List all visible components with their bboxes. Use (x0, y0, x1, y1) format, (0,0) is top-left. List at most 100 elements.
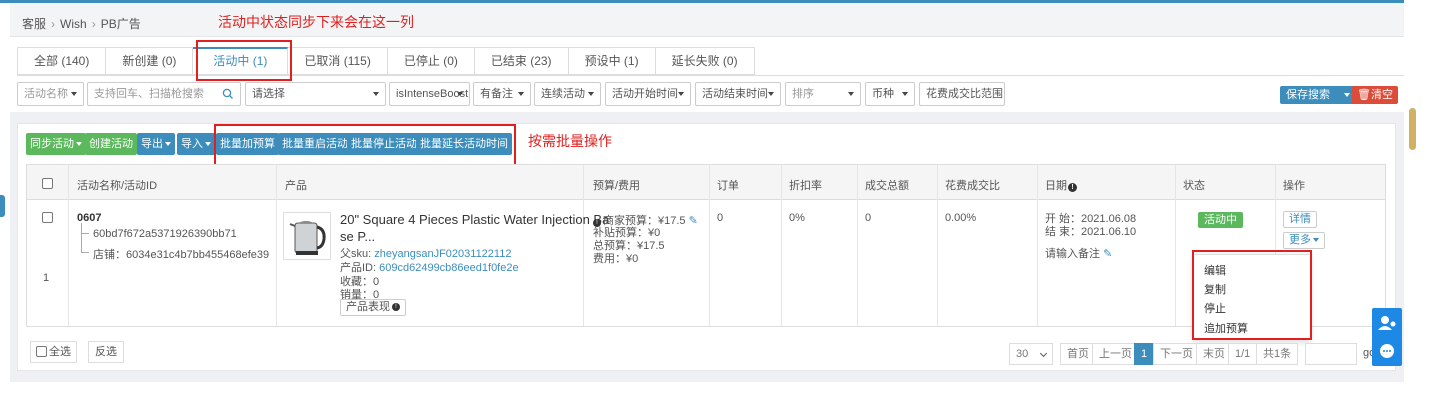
save-search-button[interactable]: 保存搜索 (1280, 86, 1356, 104)
status-badge: 活动中 (1198, 212, 1243, 228)
start-time-select[interactable]: 活动开始时间 (605, 82, 691, 106)
chevron-down-icon (848, 92, 854, 96)
scrollbar-track (1404, 0, 1434, 397)
header-orders: 订单 (717, 180, 739, 192)
next-page-button[interactable]: 下一页 (1153, 343, 1200, 365)
filter-bar: 活动名称 支持回车、扫描枪搜索 请选择 isIntenseBoost 有备注 连… (17, 82, 1404, 106)
tab-stopped[interactable]: 已停止 (0) (387, 47, 475, 75)
tab-new[interactable]: 新创建 (0) (106, 47, 194, 75)
first-page-button[interactable]: 首页 (1060, 343, 1096, 365)
tree-line (81, 223, 82, 253)
chevron-down-icon (71, 92, 77, 96)
select-all-checkbox[interactable] (36, 345, 47, 357)
breadcrumb-item[interactable]: 客服 (22, 17, 46, 31)
import-button[interactable]: 导入 (177, 133, 215, 155)
column-divider (276, 165, 277, 326)
breadcrumb-item: PB广告 (100, 17, 141, 31)
column-divider (1175, 165, 1176, 326)
chevron-down-icon (1344, 93, 1350, 98)
end-date: 结 束：2021.06.10 (1045, 226, 1137, 238)
page-jump-input[interactable] (1305, 343, 1357, 365)
row-checkbox[interactable] (42, 212, 53, 223)
chevron-down-icon (76, 142, 82, 147)
scrollbar-thumb[interactable] (1409, 108, 1416, 150)
end-time-select[interactable]: 活动结束时间 (695, 82, 781, 106)
product-performance-button[interactable]: 产品表现! (340, 299, 406, 316)
intense-boost-select[interactable]: isIntenseBoost (389, 82, 470, 106)
edit-icon[interactable]: ✎ (1103, 248, 1112, 260)
page-indicator: 1/1 (1228, 343, 1258, 365)
chevron-down-icon (678, 92, 684, 96)
header-name: 活动名称/活动ID (77, 180, 158, 192)
product-thumbnail[interactable] (283, 212, 331, 260)
chevron-down-icon (165, 142, 171, 147)
column-divider (709, 165, 710, 326)
chevron-down-icon (457, 92, 463, 96)
continuous-select[interactable]: 连续活动 (534, 82, 601, 106)
customer-service-button[interactable] (1372, 308, 1402, 338)
tab-all[interactable]: 全部 (140) (17, 47, 107, 75)
create-campaign-button[interactable]: 创建活动 (85, 133, 137, 155)
orders-value: 0 (717, 212, 724, 224)
gmv-value: 0 (865, 212, 872, 224)
page-size-select[interactable]: 30 (1009, 343, 1053, 365)
search-icon[interactable] (222, 88, 234, 100)
sort-select[interactable]: 排序 (785, 82, 861, 106)
tab-cancelled[interactable]: 已取消 (115) (288, 47, 388, 75)
annotation-batch: 按需批量操作 (528, 134, 612, 150)
tab-preset[interactable]: 预设中 (1) (568, 47, 656, 75)
chevron-down-icon (588, 92, 594, 96)
row-index: 1 (43, 272, 50, 284)
search-input[interactable]: 支持回车、扫描枪搜索 (87, 82, 241, 106)
remark-select[interactable]: 有备注 (473, 82, 531, 106)
column-divider (68, 165, 69, 326)
select-all-button[interactable]: 全选 (30, 341, 77, 363)
product-id-link[interactable]: 609cd62499cb86eed1f0fe2e (379, 262, 518, 274)
header-ops: 操作 (1283, 180, 1305, 192)
campaign-table: 活动名称/活动ID 产品 预算/费用 订单 折扣率 成交总额 花费成交比 日期!… (26, 164, 1386, 327)
chevron-down-icon (1313, 238, 1319, 243)
detail-button[interactable]: 详情 (1283, 211, 1317, 228)
breadcrumb-item[interactable]: Wish (60, 17, 87, 31)
column-divider (781, 165, 782, 326)
sync-button[interactable]: 同步活动 (26, 133, 86, 155)
tab-extend-failed[interactable]: 延长失败 (0) (655, 47, 755, 75)
more-button[interactable]: 更多 (1283, 232, 1325, 249)
header-discount: 折扣率 (789, 180, 822, 192)
current-page-button[interactable]: 1 (1134, 343, 1155, 365)
generic-select[interactable]: 请选择 (245, 82, 386, 106)
left-accent (0, 195, 5, 217)
export-button[interactable]: 导出 (137, 133, 175, 155)
discount-value: 0% (789, 212, 805, 224)
chevron-down-icon (373, 92, 379, 96)
chat-icon (1380, 344, 1394, 358)
last-page-button[interactable]: 末页 (1196, 343, 1232, 365)
prev-page-button[interactable]: 上一页 (1092, 343, 1139, 365)
campaign-id: 60bd7f672a5371926390bb71 (93, 228, 237, 240)
breadcrumb: 客服 › Wish › PB广告 (22, 17, 141, 31)
chat-button[interactable] (1372, 336, 1402, 366)
spend-ratio-range[interactable]: 花费成交比范围 (919, 82, 1005, 106)
product-title-line1[interactable]: 20" Square 4 Pieces Plastic Water Inject… (340, 212, 609, 227)
edit-icon[interactable]: ✎ (689, 215, 698, 227)
chevron-down-icon (768, 92, 774, 96)
chevron-down-icon (205, 142, 211, 147)
campaign-name-select[interactable]: 活动名称 (17, 82, 84, 106)
select-all-header-checkbox[interactable] (42, 178, 53, 189)
invert-selection-button[interactable]: 反选 (88, 341, 124, 363)
header-product: 产品 (285, 180, 307, 192)
cost: 费用：¥0 (593, 253, 639, 265)
note-input[interactable]: 请输入备注 ✎ (1045, 245, 1112, 261)
product-title-line2[interactable]: se P... (340, 229, 375, 244)
annotation-box-batch (214, 124, 516, 167)
tree-line (81, 252, 89, 253)
tab-ended[interactable]: 已结束 (23) (474, 47, 569, 75)
total-count: 共1条 (1256, 343, 1299, 365)
header-budget: 预算/费用 (593, 180, 641, 192)
header-date[interactable]: 日期! (1045, 177, 1077, 193)
store-id: 店铺：6034e31c4b7bb455468efe39 (93, 249, 270, 261)
currency-select[interactable]: 币种 (865, 82, 915, 106)
table-header (27, 165, 1385, 200)
kettle-icon (289, 221, 326, 255)
clear-button[interactable]: 🗑清空 (1352, 86, 1398, 104)
